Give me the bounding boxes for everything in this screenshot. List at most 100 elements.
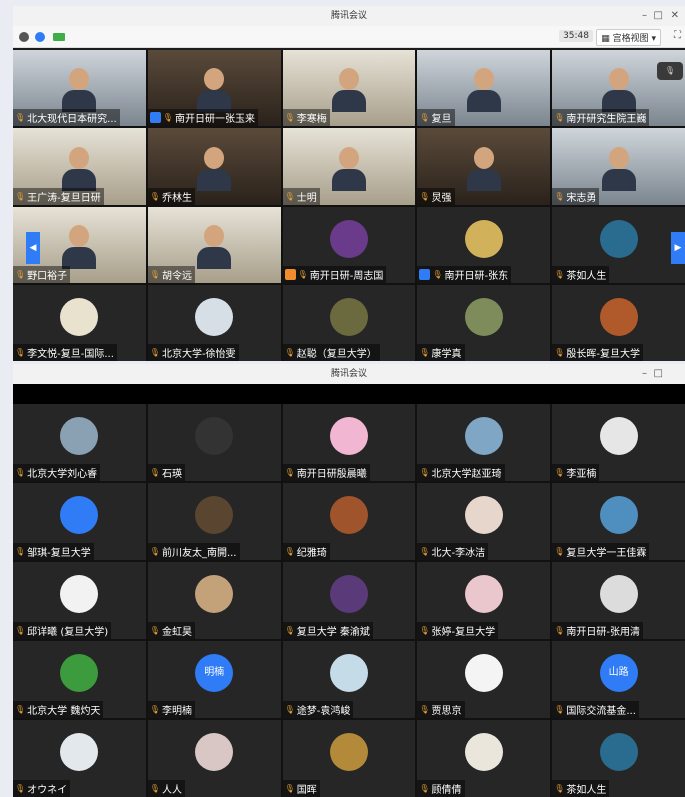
participant-grid-2: 🎙 北京大学刘心睿 🎙 石瑛 🎙 南开日研殷晨曦 🎙 北京大学赵亚琦 🎙 李亚楠 🎙 邹琪-复旦大学 🎙… [13,404,685,797]
participant-name-label: 🎙 李寒梅 [282,109,330,127]
participant-tile[interactable]: 🎙 乔林生 [147,128,281,205]
participant-tile[interactable]: 🎙 北京大学-徐怡雯 [147,284,281,361]
participant-tile[interactable]: 🎙 殷长晖-复旦大学 [552,284,685,361]
participant-tile[interactable]: 🎙 复旦大学 秦渝斌 [282,562,416,639]
info-icon[interactable] [19,32,29,42]
mic-muted-icon: 🎙 [149,468,160,477]
participant-tile[interactable]: 🎙 人人 [147,720,281,797]
participant-tile[interactable]: 🎙 李亚楠 [552,404,685,481]
avatar [599,496,638,535]
participant-tile[interactable]: 🎙 北大现代日本研究... [13,50,146,127]
mic-muted-icon: 🎙 [15,348,26,357]
participant-tile[interactable]: 🎙 南开日研一张玉来 [147,50,281,127]
minimize-button[interactable]: – [642,364,647,384]
participant-name: 国晖 [296,785,317,796]
participant-tile[interactable]: 🎙 前川友太_南開... [147,483,281,560]
participant-tile[interactable]: 🎙 宋志勇 [552,128,685,205]
participant-name: 前川友太_南開... [161,548,237,559]
mic-muted-icon: 🎙 [419,626,430,635]
mic-muted-icon: 🎙 [554,547,565,556]
participant-tile[interactable]: 🎙 北京大学赵亚琦 [417,404,551,481]
mic-muted-icon: 🎙 [419,705,430,714]
title-bar: 腾讯会议 – □ ✕ [13,6,685,26]
participant-tile[interactable]: 🎙 王广涛-复旦日研 [13,128,146,205]
participant-tile[interactable]: 🎙 北京大学刘心睿 [13,404,146,481]
participant-tile[interactable]: 🎙 李文悦-复旦-国际... [13,284,146,361]
mic-muted-icon: 🎙 [149,348,160,357]
participant-tile[interactable]: 🎙 顾倩倩 [417,720,551,797]
participant-name-label: 🎙 金虹昊 [147,622,195,639]
participant-tile[interactable]: 🎙 士明 [282,128,416,205]
participant-tile[interactable]: 🎙 复旦大学一王佳霖 [552,483,685,560]
participant-tile[interactable]: 🎙 南开日研殷晨曦 [282,404,416,481]
maximize-button[interactable]: □ [654,6,663,26]
participant-name: 邹琪-复旦大学 [27,548,91,559]
participant-tile[interactable]: 🎙 纪雅琦 [282,483,416,560]
host-badge-icon [419,268,431,280]
participant-name-label: 🎙 茶如人生 [552,265,610,283]
participant-grid-1: 🎙 北大现代日本研究... 🎙 南开日研一张玉来 🎙 李寒梅 🎙 复旦 🎙 南开研究生院王巍 🎙 王广… [13,50,685,361]
mic-muted-icon: 🎙 [284,113,295,123]
participant-tile[interactable]: 🎙 复旦 [417,50,551,127]
participant-name-label: 🎙 乔林生 [147,187,195,205]
avatar [195,575,234,614]
participant-tile[interactable]: 🎙 途梦-袁鸿峻 [282,641,416,718]
close-button[interactable]: ✕ [671,6,679,26]
participant-tile[interactable]: 🎙 石瑛 [147,404,281,481]
participant-name-label: 🎙 北京大学刘心睿 [13,464,101,481]
participant-tile[interactable]: 🎙 南开日研-张东 [417,206,551,283]
participant-name-label: 🎙 石瑛 [147,464,185,481]
meeting-toolbar: 35:48 ▦ 宫格视图 ▾ ⛶ [13,26,685,48]
participant-name-label: 🎙 复旦 [417,109,455,127]
mic-muted-icon: 🎙 [284,191,295,201]
participant-name: 北大现代日本研究... [27,114,117,126]
participant-name-label: 🎙 顾倩倩 [417,780,465,797]
participant-video [197,224,232,269]
participant-tile[interactable]: 🎙 胡令远 [147,206,281,283]
participant-tile[interactable]: 🎙 茶如人生 [552,720,685,797]
participant-tile[interactable]: 🎙 北京大学 魏灼天 [13,641,146,718]
participant-name: 北京大学 魏灼天 [27,706,101,717]
maximize-button[interactable]: □ [654,364,663,384]
participant-tile[interactable]: 山路 🎙 国际交流基金... [552,641,685,718]
participant-tile[interactable]: 🎙 南开日研-周志国 [282,206,416,283]
participant-name: 南开日研殷晨曦 [296,469,367,480]
mic-muted-icon: 🎙 [432,269,443,279]
participant-name: 北京大学赵亚琦 [431,469,502,480]
next-page-arrow[interactable]: ▶ [671,232,685,264]
participant-name-label: 🎙 宋志勇 [552,187,600,205]
mic-indicator[interactable]: 🎙 [657,62,683,80]
participant-tile[interactable]: 🎙 贾思京 [417,641,551,718]
participant-tile[interactable]: 🎙 金虹昊 [147,562,281,639]
mic-muted-icon: 🎙 [15,468,26,477]
participant-tile[interactable]: 🎙 赵聪（复旦大学） [282,284,416,361]
participant-tile[interactable]: 🎙 邱详曦 (复旦大学) [13,562,146,639]
participant-tile[interactable]: 🎙 北大-李冰洁 [417,483,551,560]
participant-tile[interactable]: 🎙 康学真 [417,284,551,361]
participant-tile[interactable]: 🎙 张婷-复旦大学 [417,562,551,639]
participant-name-label: 🎙 王广涛-复旦日研 [13,187,104,205]
participant-tile[interactable]: 🎙 炅强 [417,128,551,205]
mic-muted-icon: 🎙 [162,113,173,123]
participant-video [62,146,97,191]
participant-tile[interactable]: 🎙 南开日研-张用清 [552,562,685,639]
fullscreen-icon[interactable]: ⛶ [674,30,681,41]
participant-name: 茶如人生 [566,785,607,796]
participant-tile[interactable]: 🎙 国晖 [282,720,416,797]
shield-icon[interactable] [35,32,45,42]
mic-muted-icon: 🎙 [15,626,26,635]
participant-name: 士明 [296,192,317,204]
participant-name: 王广涛-复旦日研 [27,192,101,204]
prev-page-arrow[interactable]: ◀ [26,232,40,264]
participant-name: オウネイ [27,785,68,796]
participant-tile[interactable]: 明楠 🎙 李明楠 [147,641,281,718]
signal-icon[interactable] [53,33,65,41]
mic-muted-icon: 🎙 [419,348,430,357]
participant-name: 北京大学-徐怡雯 [161,349,236,360]
participant-tile[interactable]: 🎙 邹琪-复旦大学 [13,483,146,560]
view-mode-button[interactable]: ▦ 宫格视图 ▾ [596,29,661,46]
participant-tile[interactable]: 🎙 茶如人生 [552,206,685,283]
participant-tile[interactable]: 🎙 李寒梅 [282,50,416,127]
minimize-button[interactable]: – [642,6,647,26]
participant-tile[interactable]: 🎙 オウネイ [13,720,146,797]
